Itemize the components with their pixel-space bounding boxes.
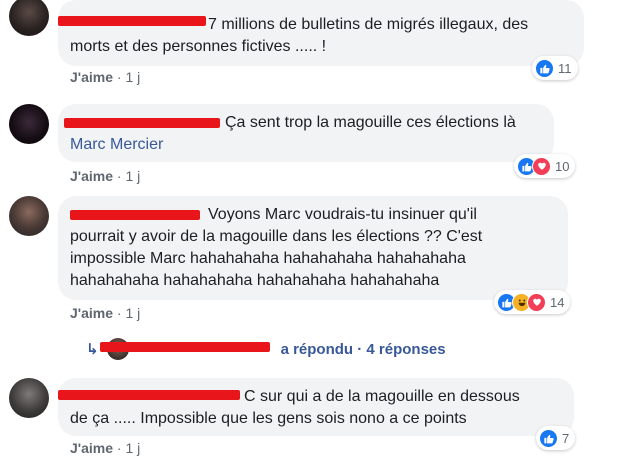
view-replies-link[interactable]: ↳ a répondu · 4 réponses <box>86 338 446 360</box>
like-link[interactable]: J'aime <box>70 305 113 321</box>
like-reaction-icon <box>539 428 558 448</box>
reactions-summary[interactable]: 11 <box>532 56 578 80</box>
like-link[interactable]: J'aime <box>70 69 113 85</box>
comment-text-line: de ça ..... Impossible que les gens sois… <box>70 410 467 427</box>
separator: · <box>116 69 122 85</box>
love-reaction-icon <box>527 292 546 312</box>
reactions-summary[interactable]: 7 <box>536 426 576 450</box>
separator: · <box>116 305 122 321</box>
separator: · <box>116 168 122 184</box>
reaction-count: 7 <box>562 430 570 446</box>
love-reaction-icon <box>532 156 551 176</box>
reaction-count: 14 <box>550 294 565 310</box>
comment-bubble: Voyons Marc voudrais-tu insinuer qu'il p… <box>58 196 568 300</box>
redacted-author-name <box>58 16 206 26</box>
commenter-avatar[interactable] <box>9 104 49 144</box>
comment-text-line: impossible Marc hahahahaha hahahahaha ha… <box>70 250 466 267</box>
separator: · <box>116 440 122 456</box>
commenter-avatar[interactable] <box>9 196 49 236</box>
redacted-author-name <box>58 390 240 400</box>
comment-bubble: C sur qui a de la magouille en dessous d… <box>58 378 574 436</box>
comment-text-line: morts et des personnes fictives ..... ! <box>70 38 327 55</box>
replies-count-text[interactable]: a répondu · 4 réponses <box>281 341 446 358</box>
reactions-summary[interactable]: 10 <box>514 154 576 178</box>
comment-meta: J'aime · 1 j <box>70 69 140 85</box>
redacted-reply-author <box>100 342 270 352</box>
redacted-author-name <box>64 118 220 128</box>
reaction-count: 10 <box>555 158 570 174</box>
tagged-user-link[interactable]: Marc Mercier <box>70 134 542 156</box>
comment-text-line: hahahahaha hahahahaha hahahahaha hahahah… <box>70 272 440 289</box>
commenter-avatar[interactable] <box>9 378 49 418</box>
comment-time[interactable]: 1 j <box>125 69 140 85</box>
comment-bubble: Ça sent trop la magouille ces élections … <box>58 104 554 162</box>
comment-bubble: 7 millions de bulletins de migrés illega… <box>58 0 584 66</box>
like-link[interactable]: J'aime <box>70 440 113 456</box>
reaction-count: 11 <box>558 60 572 76</box>
like-link[interactable]: J'aime <box>70 168 113 184</box>
reply-arrow-icon: ↳ <box>86 341 99 358</box>
comment-text-line: pourrait y avoir de la magouille dans le… <box>70 228 483 245</box>
like-reaction-icon <box>535 58 554 78</box>
comment-time[interactable]: 1 j <box>125 168 140 184</box>
comment-time[interactable]: 1 j <box>125 440 140 456</box>
comment-meta: J'aime · 1 j <box>70 168 140 184</box>
comment-time[interactable]: 1 j <box>125 305 140 321</box>
commenter-avatar[interactable] <box>9 0 49 36</box>
comment-meta: J'aime · 1 j <box>70 305 140 321</box>
reactions-summary[interactable]: 14 <box>494 290 571 314</box>
redacted-author-name <box>70 210 200 220</box>
comment-meta: J'aime · 1 j <box>70 440 140 456</box>
